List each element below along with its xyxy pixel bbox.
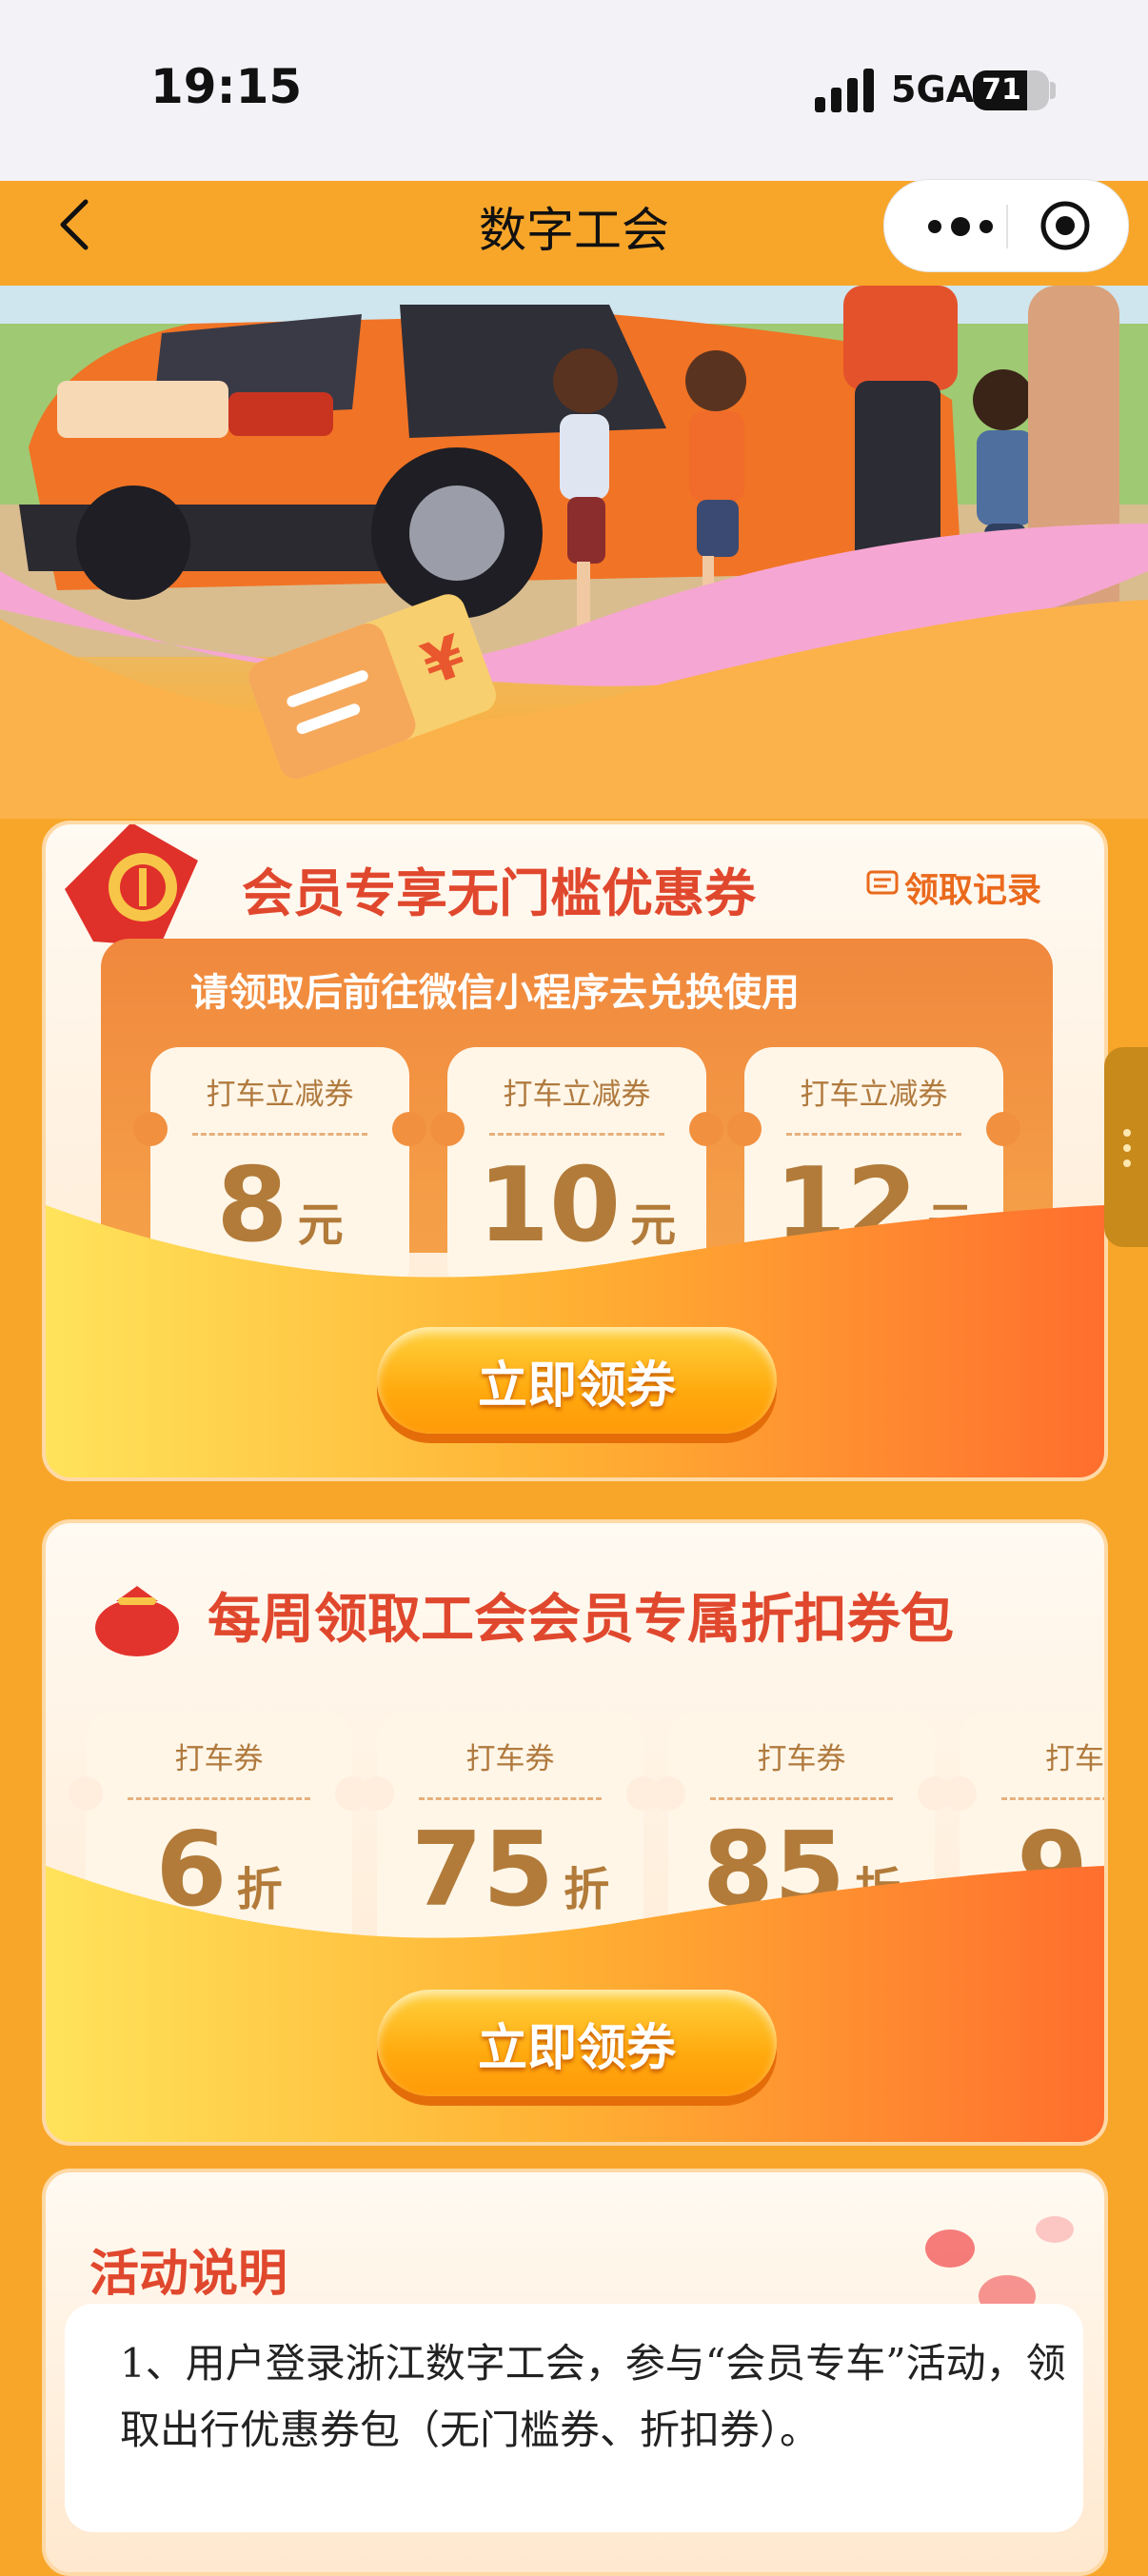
exchange-hint: 请领取后前往微信小程序去兑换使用	[190, 971, 800, 1015]
coupon-label: 打车立减券	[503, 1078, 651, 1112]
status-time: 19:15	[150, 59, 303, 114]
rules-text: 1、用户登录浙江数字工会，参与“会员专车”活动，领取出行优惠券包（无门槛券、折扣…	[120, 2340, 1066, 2453]
capsule-divider	[1006, 205, 1008, 248]
rules-title: 活动说明	[89, 2246, 288, 2303]
coupon-label: 打车券	[757, 1742, 846, 1776]
panel-title: 会员专享无门槛优惠券	[242, 863, 756, 923]
battery-level: 71	[981, 73, 1021, 107]
hero-banner: ¥	[0, 286, 1148, 819]
coupon-label: 打车立减券	[206, 1078, 354, 1112]
side-drawer-handle[interactable]	[1104, 1047, 1148, 1247]
status-bar: 19:15 5GA 71 数字工会	[0, 0, 1148, 272]
panel-title: 每周领取工会会员专属折扣券包	[208, 1589, 954, 1651]
claim-button[interactable]: 立即领券	[377, 1990, 777, 2096]
network-label: 5GA	[891, 69, 975, 110]
battery-icon: 71	[973, 70, 1049, 110]
records-label: 领取记录	[904, 871, 1042, 910]
coupon-label: 打车	[1045, 1742, 1104, 1776]
claim-button[interactable]: 立即领券	[377, 1327, 777, 1434]
mini-program-capsule	[883, 179, 1129, 272]
more-icon[interactable]	[922, 180, 1008, 271]
battery-tip	[1050, 82, 1056, 99]
union-badge-icon	[65, 824, 198, 946]
discount-coupon-panel: 每周领取工会会员专属折扣券包 打车券 6折 打车券 75折 打车券 85折 打车…	[42, 1519, 1108, 2146]
lucky-bag-icon	[95, 1586, 179, 1656]
coupon-label: 打车券	[174, 1742, 264, 1776]
coupon-label: 打车券	[465, 1742, 555, 1776]
close-program-icon[interactable]	[1039, 199, 1092, 252]
no-threshold-coupon-panel: 会员专享无门槛优惠券 领取记录 请领取后前往微信小程序去兑换使用 打车立减券 8…	[42, 821, 1108, 1481]
signal-icon	[815, 69, 874, 112]
rules-text-box: 1、用户登录浙江数字工会，参与“会员专车”活动，领取出行优惠券包（无门槛券、折扣…	[65, 2304, 1083, 2532]
ticket-icon	[866, 870, 899, 895]
taxi-illustration: ¥	[0, 286, 1148, 819]
coupon-label: 打车立减券	[800, 1078, 948, 1112]
